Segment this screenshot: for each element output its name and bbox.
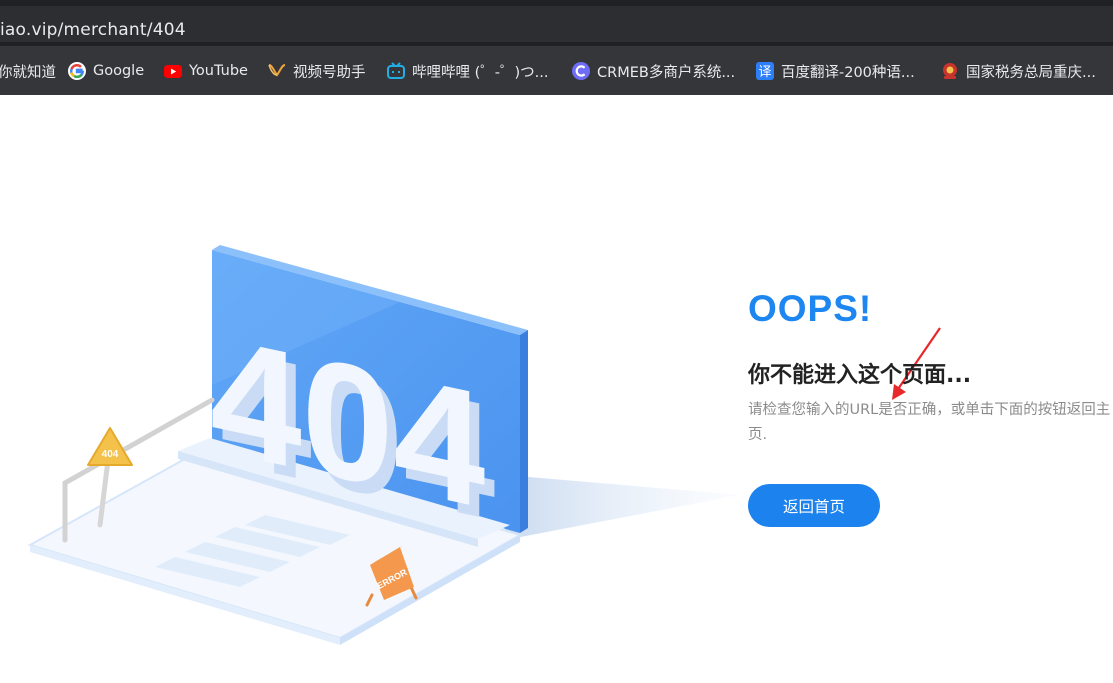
address-bar: iao.vip/merchant/404: [0, 0, 1113, 46]
bookmark-label: 哔哩哔哩 (゜-゜)つ...: [412, 64, 549, 81]
svg-text:译: 译: [758, 65, 771, 80]
light-beam: [505, 475, 740, 540]
google-icon: [67, 61, 87, 81]
error-description: 请检查您输入的URL是否正确，或单击下面的按钮返回主页.: [748, 402, 1111, 443]
bookmarks-bar: 你就知道 Google YouTube 视频号助手 哔哩哔哩 (゜-゜)つ...…: [0, 46, 1113, 95]
bookmark-baidu-translate[interactable]: 译 百度翻译-200种语...: [755, 59, 915, 83]
oops-heading: OOPS!: [748, 288, 873, 329]
warning-sign-text: 404: [102, 449, 119, 460]
bookmark-channels[interactable]: 视频号助手: [267, 59, 366, 83]
bookmark-youtube[interactable]: YouTube: [163, 59, 248, 83]
error-page: 404 404 404 ERROR OOPS! 你不能进入这个页面... 请检查…: [0, 95, 1113, 683]
screen-side-edge: [520, 330, 528, 533]
bilibili-icon: [386, 61, 406, 81]
bookmark-label: 你就知道: [0, 64, 56, 81]
bookmark-label: 百度翻译-200种语...: [781, 64, 915, 81]
channels-icon: [267, 61, 287, 81]
bookmark-label: CRMEB多商户系统...: [597, 64, 736, 81]
bookmark-label: 国家税务总局重庆...: [966, 64, 1096, 81]
bookmark-tax-bureau[interactable]: 国家税务总局重庆...: [940, 59, 1096, 83]
error-headline: 你不能进入这个页面...: [748, 363, 972, 388]
404-illustration: 404 404 404 ERROR: [27, 245, 740, 645]
bookmark-crmeb[interactable]: CRMEB多商户系统...: [571, 59, 735, 83]
bookmark-label: YouTube: [189, 63, 248, 79]
bookmark-bilibili[interactable]: 哔哩哔哩 (゜-゜)つ...: [386, 59, 548, 83]
bookmark-label: 视频号助手: [293, 64, 366, 81]
crmeb-icon: [571, 61, 591, 81]
url-field[interactable]: iao.vip/merchant/404: [0, 6, 1113, 42]
bookmark-label: Google: [93, 63, 145, 79]
baidu-translate-icon: 译: [755, 61, 775, 81]
tax-bureau-icon: [940, 61, 960, 81]
back-home-button[interactable]: 返回首页: [748, 484, 880, 527]
bookmark-google[interactable]: Google: [67, 59, 144, 83]
bookmark-item[interactable]: 你就知道: [0, 59, 56, 83]
youtube-icon: [163, 61, 183, 81]
url-text[interactable]: iao.vip/merchant/404: [0, 20, 186, 40]
